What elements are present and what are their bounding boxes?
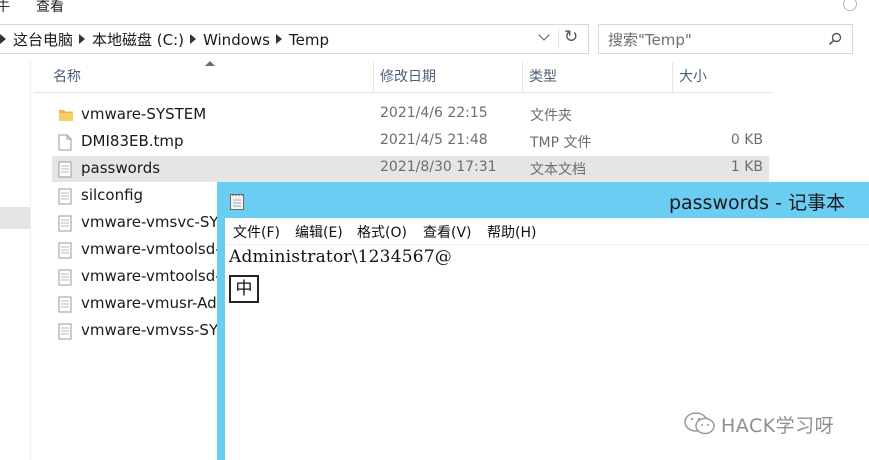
notepad-menu-bar: 文件(F) 编辑(E) 格式(O) 查看(V) 帮助(H)	[225, 218, 869, 245]
sort-ascending-icon	[205, 61, 215, 66]
ribbon-tabs: 牛 查看	[0, 0, 869, 18]
file-modified: 2021/8/30 17:31	[380, 159, 497, 175]
breadcrumb: 这台电脑 本地磁盘 (C:) Windows Temp	[0, 29, 329, 50]
ribbon-tab-partial[interactable]: 牛	[0, 0, 10, 16]
column-header-size[interactable]: 大小	[673, 62, 772, 92]
folder-icon	[58, 107, 74, 127]
menu-help[interactable]: 帮助(H)	[487, 222, 536, 242]
file-row[interactable]: DMI83EB.tmp 2021/4/5 21:48 TMP 文件 0 KB	[52, 129, 769, 155]
menu-file[interactable]: 文件(F)	[233, 222, 280, 242]
breadcrumb-temp[interactable]: Temp	[289, 31, 329, 49]
column-header-row: 名称 修改日期 类型 大小	[34, 62, 772, 93]
file-type: TMP 文件	[530, 135, 592, 151]
wechat-icon	[684, 412, 715, 435]
notepad-title: passwords - 记事本	[668, 192, 845, 214]
file-modified: 2021/4/6 22:15	[380, 105, 488, 121]
file-row-selected[interactable]: passwords 2021/8/30 17:31 文本文档 1 KB	[52, 156, 769, 182]
file-name: vmware-vmvss-SYS	[81, 321, 228, 339]
column-header-type[interactable]: 类型	[523, 62, 673, 92]
pane-divider	[30, 60, 31, 460]
column-header-name[interactable]: 名称	[47, 62, 374, 92]
menu-view[interactable]: 查看(V)	[423, 222, 472, 242]
column-header-modified[interactable]: 修改日期	[374, 62, 523, 92]
breadcrumb-local-disk[interactable]: 本地磁盘 (C:)	[92, 31, 184, 49]
notepad-app-icon[interactable]	[230, 192, 244, 214]
breadcrumb-this-pc[interactable]: 这台电脑	[13, 31, 73, 49]
address-bar[interactable]: 这台电脑 本地磁盘 (C:) Windows Temp ↻	[0, 24, 589, 54]
file-icon	[58, 134, 72, 155]
chevron-right-icon[interactable]	[79, 34, 86, 44]
breadcrumb-windows[interactable]: Windows	[203, 31, 270, 49]
text-file-icon	[58, 161, 72, 182]
menu-edit[interactable]: 编辑(E)	[295, 222, 343, 242]
chevron-right-icon[interactable]	[190, 34, 197, 44]
file-row[interactable]: vmware-SYSTEM 2021/4/6 22:15 文件夹	[52, 102, 769, 128]
ribbon-tab-view[interactable]: 查看	[36, 0, 64, 16]
file-name: silconfig	[81, 186, 144, 204]
file-name: vmware-vmsvc-SYS	[81, 213, 229, 231]
text-file-icon	[58, 215, 72, 236]
text-file-icon	[58, 242, 72, 263]
search-input[interactable]: 搜索"Temp"	[598, 24, 853, 54]
chevron-right-icon[interactable]	[275, 34, 282, 44]
file-type: 文本文档	[530, 162, 586, 178]
file-type: 文件夹	[530, 108, 572, 124]
ime-indicator[interactable]: 中	[229, 275, 259, 303]
file-name: vmware-vmusr-Adr	[81, 294, 223, 312]
notepad-content: Administrator\1234567@	[229, 247, 452, 267]
text-file-icon	[58, 188, 72, 209]
file-size: 0 KB	[730, 132, 763, 148]
text-file-icon	[58, 323, 72, 344]
file-size: 1 KB	[730, 159, 763, 175]
file-name: passwords	[81, 159, 161, 177]
file-name: DMI83EB.tmp	[81, 132, 184, 150]
text-file-icon	[58, 269, 72, 290]
window-close-button[interactable]	[847, 0, 869, 10]
text-file-icon	[58, 296, 72, 317]
file-modified: 2021/4/5 21:48	[380, 132, 488, 148]
watermark-text: HACK学习呀	[721, 415, 835, 437]
navigation-pane-selected-item[interactable]	[0, 207, 30, 229]
chevron-down-icon[interactable]	[538, 29, 550, 41]
file-name: vmware-vmtoolsd-	[81, 267, 221, 285]
refresh-icon[interactable]: ↻	[564, 27, 578, 47]
navigation-pane[interactable]	[0, 60, 34, 460]
menu-format[interactable]: 格式(O)	[357, 222, 407, 242]
file-name: vmware-vmtoolsd-	[81, 240, 221, 258]
search-icon[interactable]	[828, 32, 842, 46]
file-name: vmware-SYSTEM	[81, 105, 207, 123]
notepad-titlebar[interactable]: passwords - 记事本	[217, 182, 869, 218]
address-divider	[558, 29, 559, 49]
search-placeholder: 搜索"Temp"	[608, 31, 692, 49]
chevron-right-icon[interactable]	[0, 34, 6, 44]
